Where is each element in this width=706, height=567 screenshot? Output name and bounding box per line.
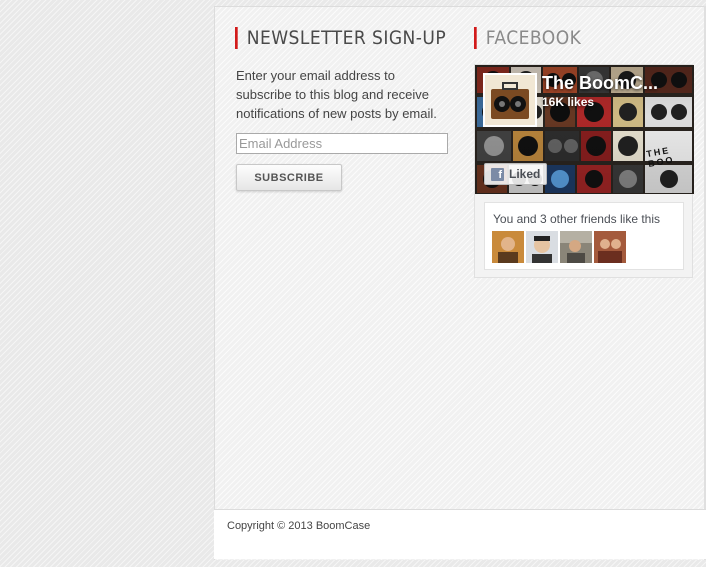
content-panel: NEWSLETTER SIGN-UP Enter your email addr…: [214, 6, 706, 560]
friend-avatar-3[interactable]: [560, 231, 592, 263]
newsletter-heading: NEWSLETTER SIGN-UP: [235, 27, 446, 49]
friend-avatar-2[interactable]: [526, 231, 558, 263]
newsletter-description: Enter your email address to subscribe to…: [236, 68, 437, 121]
facebook-heading: FACEBOOK: [474, 27, 581, 49]
friend-avatar-4[interactable]: [594, 231, 626, 263]
liked-label: Liked: [509, 167, 541, 181]
friends-like-text: You and 3 other friends like this: [493, 212, 660, 226]
copyright-text: Copyright © 2013 BoomCase: [227, 520, 371, 532]
email-field[interactable]: [236, 133, 448, 154]
friend-avatar-list: [492, 231, 626, 263]
boombox-logo-image: [485, 75, 535, 125]
page-profile-picture[interactable]: [483, 73, 537, 127]
page-name-link[interactable]: The BoomC...: [542, 73, 692, 94]
friend-avatar-1[interactable]: [492, 231, 524, 263]
facebook-cover-photo[interactable]: THE BOO The BoomC... 16K likes f Liked: [475, 65, 694, 194]
subscribe-button[interactable]: SUBSCRIBE: [236, 164, 342, 191]
site-footer: Copyright © 2013 BoomCase: [214, 509, 706, 559]
facebook-f-icon: f: [491, 167, 504, 181]
facebook-page-plugin: THE BOO The BoomC... 16K likes f Liked Y…: [474, 64, 694, 278]
liked-button[interactable]: f Liked: [484, 163, 547, 185]
friends-like-panel: You and 3 other friends like this: [484, 202, 684, 270]
page-like-count: 16K likes: [542, 95, 595, 109]
